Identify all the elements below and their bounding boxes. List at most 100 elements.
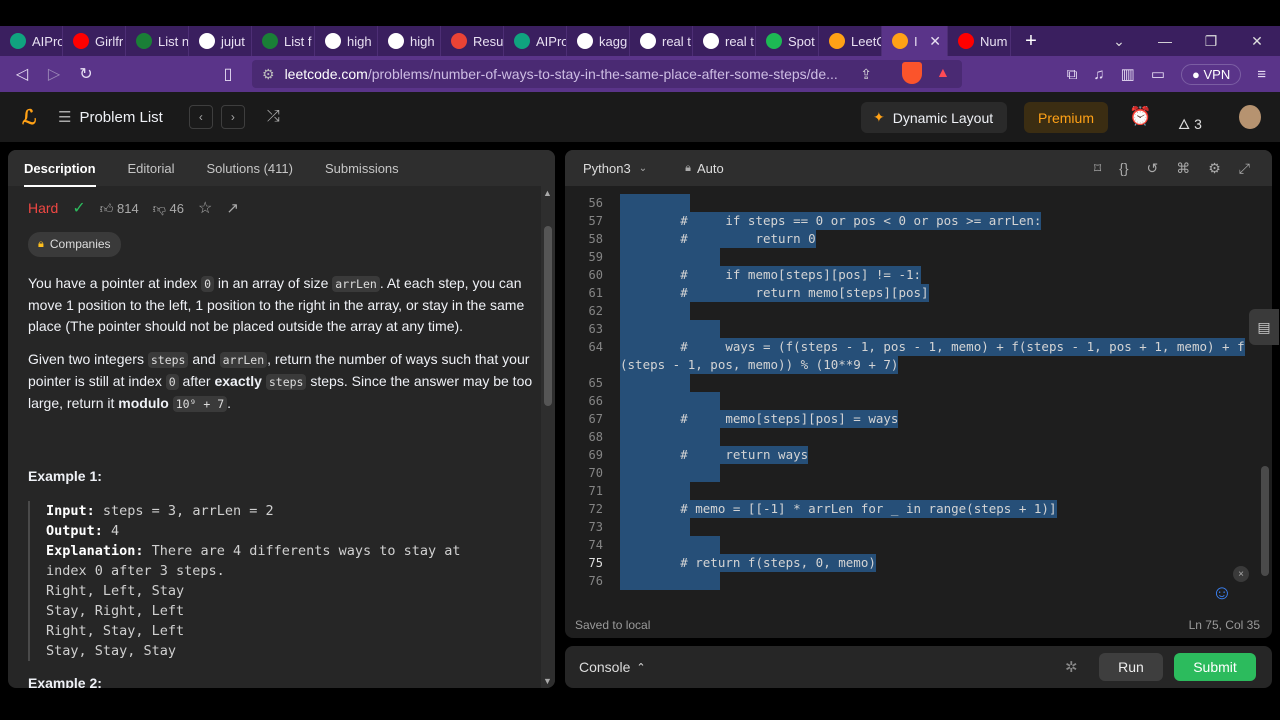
debug-icon[interactable]: ✲ [1065, 658, 1078, 676]
braces-icon[interactable]: {} [1119, 160, 1128, 177]
share-icon[interactable]: ↗ [226, 198, 239, 219]
minimize-icon[interactable]: — [1142, 33, 1188, 50]
browser-tab[interactable]: AIPro [504, 26, 567, 56]
new-tab-button[interactable]: + [1011, 30, 1051, 53]
example-2-title: Example 2: [28, 675, 102, 688]
next-problem-button[interactable]: › [220, 105, 245, 129]
settings-icon[interactable]: ⚙ [1208, 160, 1221, 177]
scroll-down-icon[interactable]: ▼ [543, 676, 552, 686]
auto-mode-toggle[interactable]: 🔒︎ Auto [685, 161, 724, 176]
tab-label: high [347, 33, 372, 49]
browser-tab[interactable]: I ✕ [882, 26, 948, 56]
bold-text: exactly [214, 373, 262, 389]
wallet-icon[interactable]: ▭ [1151, 65, 1165, 83]
code-line: 64 # ways = (f(steps - 1, pos - 1, memo)… [565, 338, 1272, 356]
bookmark-icon[interactable]: ⌑ [1094, 160, 1101, 177]
prev-problem-button[interactable]: ‹ [188, 105, 213, 129]
star-icon[interactable]: ☆ [198, 198, 212, 219]
code-editor-panel: Python3 ⌄ 🔒︎ Auto ⌑ {} ↺ ⌘ ⚙ ⤢ 56 57 # if … [565, 150, 1272, 638]
close-window-icon[interactable]: ✕ [1234, 33, 1280, 50]
bookmark-icon[interactable]: ▯ [212, 64, 244, 84]
code-text [620, 392, 720, 410]
browser-tab[interactable]: Spot [756, 26, 819, 56]
share-icon[interactable]: ⇪ [860, 66, 872, 83]
inline-code: arrLen [219, 352, 268, 368]
google-icon [703, 33, 719, 49]
tab-editorial[interactable]: Editorial [128, 161, 175, 176]
example-line: Right, Stay, Left [46, 623, 185, 639]
like-button[interactable]: 👍︎ 814 [100, 198, 139, 219]
scroll-up-icon[interactable]: ▲ [543, 188, 552, 198]
scrollbar-thumb[interactable] [544, 226, 552, 406]
media-icon[interactable]: ♫ [1093, 66, 1104, 83]
reset-icon[interactable]: ↺ [1147, 160, 1159, 177]
browser-tab[interactable]: AIPro [0, 26, 63, 56]
shuffle-icon[interactable]: ⤮ [267, 108, 280, 126]
browser-tab[interactable]: high [315, 26, 378, 56]
run-button[interactable]: Run [1099, 653, 1163, 681]
editor-scrollbar[interactable] [1258, 186, 1272, 606]
console-toggle[interactable]: Console ⌃ [579, 659, 646, 675]
code-line: (steps - 1, pos, memo)) % (10**9 + 7) [565, 356, 1272, 374]
companies-tag[interactable]: 🔒︎ Companies [28, 232, 121, 257]
code-text [620, 374, 690, 392]
code-area[interactable]: 56 57 # if steps == 0 or pos < 0 or pos >… [565, 186, 1272, 606]
output-value: 4 [102, 523, 120, 539]
inline-code: arrLen [332, 276, 380, 292]
leetcode-logo-icon[interactable]: ℒ [22, 105, 44, 129]
brave-rewards-icon[interactable]: ▲ [936, 64, 950, 80]
avatar[interactable] [1239, 105, 1261, 129]
command-icon[interactable]: ⌘ [1176, 160, 1190, 177]
example-line: Stay, Right, Left [46, 603, 185, 619]
browser-tab[interactable]: jujut [189, 26, 252, 56]
url-bar[interactable]: ⚙ leetcode.com /problems/number-of-ways-… [252, 60, 962, 88]
reload-icon[interactable]: ↻ [70, 64, 102, 84]
vpn-button[interactable]: ● VPN [1181, 63, 1242, 85]
chat-assistant-icon[interactable]: ☺ [1204, 576, 1240, 610]
notes-icon[interactable]: ▤ [1249, 309, 1279, 345]
dislike-button[interactable]: 👎︎ 46 [153, 198, 184, 219]
browser-tab[interactable]: high [378, 26, 441, 56]
browser-tab[interactable]: Num [948, 26, 1011, 56]
code-line: 62 [565, 302, 1272, 320]
tab-description[interactable]: Description [24, 161, 96, 187]
menu-icon[interactable]: ≡ [1257, 66, 1266, 83]
browser-tab[interactable]: Resul [441, 26, 504, 56]
restore-icon[interactable]: ❐ [1188, 33, 1234, 50]
description-scrollbar[interactable]: ▲ ▼ [541, 186, 555, 688]
close-tab-icon[interactable]: ✕ [929, 33, 941, 50]
browser-tab[interactable]: real t [693, 26, 756, 56]
lock-icon: 🔒︎ [38, 238, 44, 250]
code-line: 67 # memo[steps][pos] = ways [565, 410, 1272, 428]
browser-tab[interactable]: List n [126, 26, 189, 56]
tab-solutions[interactable]: Solutions (411) [206, 161, 292, 176]
bold-text: modulo [118, 395, 169, 411]
tab-label: Resul [473, 33, 504, 49]
tab-label: AIPro [536, 33, 567, 49]
browser-tab[interactable]: List f [252, 26, 315, 56]
dynamic-layout-button[interactable]: ✦ Dynamic Layout [861, 102, 1007, 133]
sidebar-icon[interactable]: ▥ [1121, 65, 1135, 83]
browser-tab[interactable]: kagg [567, 26, 630, 56]
browser-toolbar: ◁ ▷ ↻ ▯ ⚙ leetcode.com /problems/number-… [0, 56, 1280, 92]
language-select[interactable]: Python3 ⌄ [583, 161, 647, 176]
scrollbar-thumb[interactable] [1261, 466, 1269, 576]
forward-icon[interactable]: ▷ [38, 64, 70, 84]
tab-submissions[interactable]: Submissions [325, 161, 399, 176]
tab-search-icon[interactable]: ⌄ [1096, 33, 1142, 50]
submit-button[interactable]: Submit [1174, 653, 1256, 681]
site-info-icon[interactable]: ⚙ [262, 66, 275, 83]
browser-tab[interactable]: Girlfr [63, 26, 126, 56]
browser-tab[interactable]: LeetC [819, 26, 882, 56]
brave-shield-icon[interactable] [902, 62, 922, 84]
expand-icon[interactable]: ⤢ [1239, 160, 1250, 177]
problem-list-button[interactable]: ☰ Problem List [58, 108, 163, 127]
alarm-clock-icon[interactable]: ⏰ [1129, 106, 1151, 127]
extensions-icon[interactable]: ⧉ [1067, 66, 1078, 83]
browser-tab[interactable]: real t [630, 26, 693, 56]
sidebar-toggle-icon[interactable]: ◁ [6, 64, 38, 84]
streak-counter[interactable]: 🜂 3 [1178, 108, 1202, 137]
leetcode-icon [892, 33, 908, 49]
premium-button[interactable]: Premium [1024, 102, 1108, 133]
code-line: 61 # return memo[steps][pos] [565, 284, 1272, 302]
